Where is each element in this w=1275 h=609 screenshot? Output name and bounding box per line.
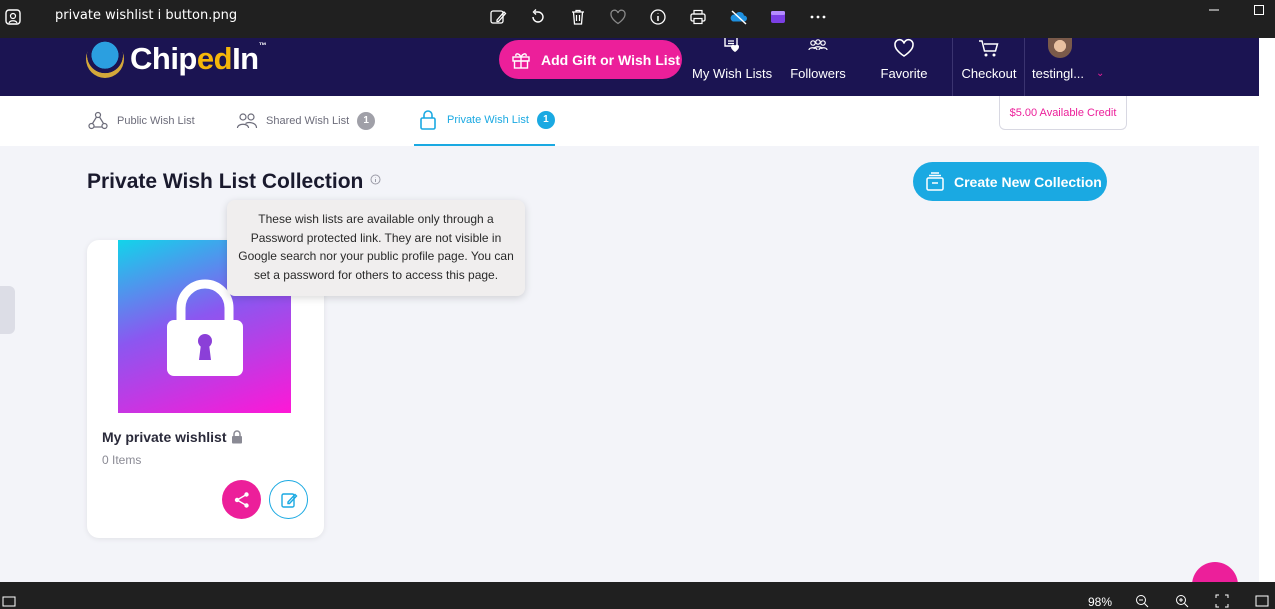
- wishlist-title[interactable]: My private wishlist: [102, 429, 243, 445]
- fit-to-window-icon[interactable]: [1215, 594, 1229, 608]
- webpage: ChipedIn™ Add Gift or Wish List My Wish …: [0, 38, 1259, 582]
- actual-size-icon[interactable]: [1255, 594, 1269, 608]
- share-icon: [234, 491, 249, 508]
- tab-count-badge: 1: [357, 112, 376, 130]
- cart-icon: [979, 40, 999, 57]
- nav-checkout[interactable]: Checkout: [959, 38, 1019, 96]
- nav-separator: [1024, 38, 1025, 96]
- page-title: Private Wish List Collection: [87, 170, 364, 193]
- info-tooltip: These wish lists are available only thro…: [227, 200, 525, 296]
- scrollbar[interactable]: [1259, 38, 1275, 582]
- lock-icon: [420, 110, 436, 130]
- print-icon[interactable]: [687, 6, 709, 28]
- more-icon[interactable]: [807, 6, 829, 28]
- maximize-icon[interactable]: [1252, 3, 1266, 17]
- tab-private-wish-list[interactable]: Private Wish List 1: [414, 96, 555, 146]
- wishlist-item-count: 0 Items: [102, 453, 142, 467]
- edit-button[interactable]: [269, 480, 308, 519]
- rotate-icon[interactable]: [527, 6, 549, 28]
- edit-image-icon[interactable]: [487, 6, 509, 28]
- photos-app-icon: [2, 6, 24, 28]
- share-button[interactable]: [222, 480, 261, 519]
- file-name: private wishlist i button.png: [55, 8, 238, 23]
- favorite-heart-icon[interactable]: [607, 6, 629, 28]
- user-name[interactable]: testingl...: [1032, 66, 1084, 81]
- nav-my-wish-lists[interactable]: My Wish Lists: [692, 38, 772, 96]
- small-lock-icon: [232, 430, 243, 444]
- zoom-in-icon[interactable]: [1175, 594, 1189, 608]
- onedrive-icon[interactable]: [728, 6, 750, 28]
- chipedin-logo[interactable]: ChipedIn™: [86, 40, 267, 78]
- filmstrip-icon[interactable]: [2, 594, 16, 608]
- wishlist-icon: [724, 38, 740, 52]
- logo-text: ChipedIn™: [130, 41, 267, 76]
- add-gift-label: Add Gift or Wish List: [541, 51, 681, 68]
- minimize-icon[interactable]: [1207, 3, 1221, 17]
- add-gift-button[interactable]: Add Gift or Wish List: [499, 40, 682, 79]
- collection-icon: [926, 171, 944, 191]
- viewer-status-bar: 98%: [0, 582, 1275, 609]
- public-network-icon: [88, 111, 108, 130]
- clipchamp-icon[interactable]: [767, 6, 789, 28]
- nav-separator: [952, 38, 953, 96]
- available-credit-badge[interactable]: $5.00 Available Credit: [999, 96, 1127, 130]
- info-icon[interactable]: [370, 174, 381, 185]
- heart-icon: [894, 38, 914, 57]
- tab-shared-wish-list[interactable]: Shared Wish List 1: [236, 96, 376, 146]
- user-avatar[interactable]: [1048, 38, 1072, 58]
- followers-icon: [808, 39, 828, 51]
- gift-icon: [512, 52, 530, 69]
- zoom-level: 98%: [1088, 595, 1113, 609]
- chevron-down-icon[interactable]: ⌄: [1096, 68, 1104, 79]
- tab-count-badge: 1: [536, 111, 555, 129]
- viewer-title-bar: private wishlist i button.png: [0, 0, 1275, 38]
- create-collection-label: Create New Collection: [954, 173, 1102, 190]
- shared-users-icon: [236, 113, 258, 129]
- top-navigation: ChipedIn™ Add Gift or Wish List My Wish …: [0, 38, 1259, 96]
- info-icon[interactable]: [647, 6, 669, 28]
- chat-widget-button[interactable]: [1192, 562, 1238, 582]
- nav-favorite[interactable]: Favorite: [874, 38, 934, 96]
- zoom-out-icon[interactable]: [1135, 594, 1149, 608]
- side-feedback-tab[interactable]: [0, 286, 15, 334]
- tab-public-wish-list[interactable]: Public Wish List: [87, 96, 195, 146]
- create-new-collection-button[interactable]: Create New Collection: [913, 162, 1107, 201]
- nav-followers[interactable]: Followers: [786, 38, 850, 96]
- delete-icon[interactable]: [567, 6, 589, 28]
- logo-badge-icon: [86, 40, 124, 78]
- edit-icon: [280, 492, 297, 508]
